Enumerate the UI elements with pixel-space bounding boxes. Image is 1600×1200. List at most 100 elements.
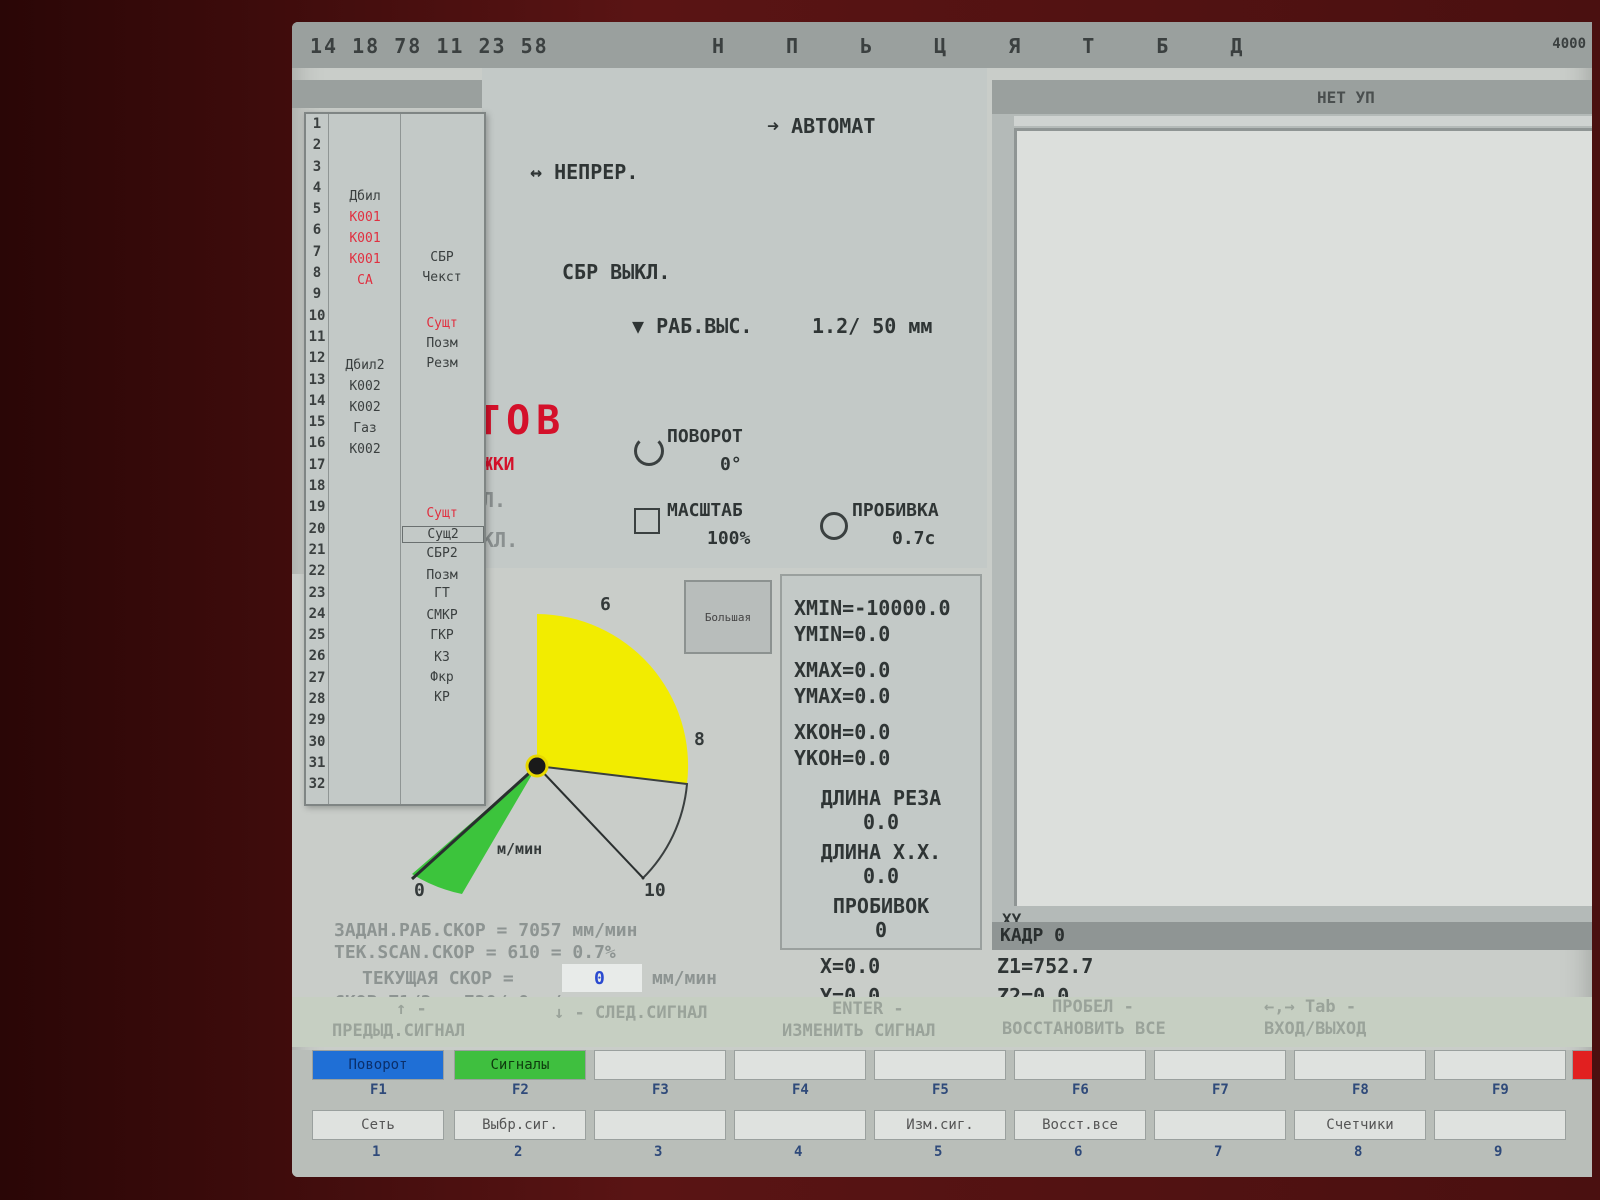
signal-input-item[interactable]: К002 bbox=[330, 442, 400, 457]
signal-input-item[interactable]: К001 bbox=[330, 231, 400, 246]
xmin-value: XMIN=-10000.0 bbox=[794, 596, 951, 620]
fkey-bottom-2[interactable]: Выбр.сиг. bbox=[454, 1110, 586, 1140]
signal-output-item[interactable]: Фкр bbox=[402, 670, 482, 685]
signal-output-item[interactable]: Сущт bbox=[402, 506, 482, 521]
fkey-bottom-6[interactable]: Восст.все bbox=[1014, 1110, 1146, 1140]
signal-output-item[interactable]: Позм bbox=[402, 568, 482, 583]
signal-output-item[interactable]: Сущт bbox=[402, 316, 482, 331]
signals-popup[interactable]: 1 2 3 4 5 6 7 8 9 10 11 12 13 14 15 16 17 18 19 20 21 22 23 24 2… bbox=[304, 112, 486, 806]
scale-icon bbox=[634, 508, 660, 534]
signal-input-item[interactable]: Дбил bbox=[330, 189, 400, 204]
signal-input-item[interactable]: К002 bbox=[330, 379, 400, 394]
signal-output-item[interactable]: Сущ2 bbox=[402, 526, 484, 543]
menu-bar bbox=[292, 80, 494, 108]
continuous-mode-indicator: ↔ НЕПРЕР. bbox=[530, 160, 639, 184]
fkey-top-label: F2 bbox=[512, 1082, 529, 1098]
current-speed-unit: мм/мин bbox=[652, 968, 718, 989]
fkey-bottom-3[interactable] bbox=[594, 1110, 726, 1140]
status-fragment: КЛ. bbox=[482, 528, 519, 552]
mode-letter: П bbox=[786, 34, 799, 58]
signal-input-item[interactable]: К001 bbox=[330, 252, 400, 267]
signal-output-item[interactable]: СБР bbox=[402, 250, 482, 265]
arrow-right-icon: ➜ bbox=[767, 114, 792, 138]
fkey-top-6[interactable] bbox=[1014, 1050, 1146, 1080]
xkon-value: XKOH=0.0 bbox=[794, 720, 891, 744]
signal-number: 28 bbox=[308, 691, 326, 708]
signal-output-item[interactable]: КЗ bbox=[402, 650, 482, 665]
fkey-bottom-label: 5 bbox=[934, 1144, 943, 1160]
fkey-top-5[interactable] bbox=[874, 1050, 1006, 1080]
signal-input-item[interactable]: СА bbox=[330, 273, 400, 288]
hint-next: ↓ - СЛЕД.СИГНАЛ bbox=[554, 1003, 708, 1023]
signal-number: 23 bbox=[308, 584, 326, 601]
signal-number: 9 bbox=[312, 286, 322, 303]
work-height-value: 1.2/ 50 мм bbox=[812, 314, 933, 338]
signal-output-item[interactable]: СМКР bbox=[402, 608, 482, 623]
fkey-top-label: F8 bbox=[1352, 1082, 1369, 1098]
sbr-status: СБР ВЫКЛ. bbox=[562, 260, 671, 284]
frame-counter: КАДР 0 bbox=[992, 922, 1592, 950]
alarm-indicator bbox=[1572, 1050, 1592, 1080]
pierce-value: 0.7с bbox=[892, 528, 936, 549]
signal-number: 13 bbox=[308, 371, 326, 388]
timer-icon bbox=[820, 512, 848, 540]
pierce-label: ПРОБИВКА bbox=[852, 500, 939, 521]
gauge-arc bbox=[536, 765, 689, 880]
signal-input-item[interactable]: К001 bbox=[330, 210, 400, 225]
current-speed-label: ТЕКУЩАЯ СКОР = bbox=[362, 968, 514, 989]
hint-prev: ↑ - bbox=[396, 999, 427, 1019]
signal-input-item[interactable]: К002 bbox=[330, 400, 400, 415]
signal-number: 17 bbox=[308, 456, 326, 473]
fkey-top-3[interactable] bbox=[594, 1050, 726, 1080]
program-canvas[interactable] bbox=[1014, 128, 1592, 906]
input-signals-column: Дбил К001 К001 К001 СА Дбил2 К002 К002 Газ К002 bbox=[330, 114, 401, 804]
signal-number: 11 bbox=[308, 328, 326, 345]
key-hints: ↑ - ПРЕДЫД.СИГНАЛ ↓ - СЛЕД.СИГНАЛ ENTER … bbox=[292, 997, 1592, 1047]
signal-input-item[interactable]: Газ bbox=[330, 421, 400, 436]
fkey-top-1[interactable]: Поворот bbox=[312, 1050, 444, 1080]
signal-number: 27 bbox=[308, 669, 326, 686]
fkey-bottom-5[interactable]: Изм.сиг. bbox=[874, 1110, 1006, 1140]
signal-output-item[interactable]: Позм bbox=[402, 336, 482, 351]
fkey-bottom-label: 4 bbox=[794, 1144, 803, 1160]
cnc-screen: 14 18 78 11 23 58 Н П Ь Ц Я Т Б Д 4000 ➜… bbox=[292, 22, 1592, 1177]
fkey-bottom-label: 8 bbox=[1354, 1144, 1363, 1160]
cut-length-label: ДЛИНА РЕЗА bbox=[820, 786, 942, 810]
signal-output-item[interactable]: ГКР bbox=[402, 628, 482, 643]
fkey-bottom-4[interactable] bbox=[734, 1110, 866, 1140]
alarm-big-text: ТОВ bbox=[476, 398, 567, 444]
mode-letter: Б bbox=[1156, 34, 1169, 58]
fkey-top-7[interactable] bbox=[1154, 1050, 1286, 1080]
mode-letter: Д bbox=[1230, 34, 1243, 58]
signal-number: 24 bbox=[308, 605, 326, 622]
signal-output-item[interactable]: КР bbox=[402, 690, 482, 705]
large-gauge-button[interactable]: Большая bbox=[684, 580, 772, 654]
pierce-count-value: 0 bbox=[874, 918, 888, 942]
fkey-top-4[interactable] bbox=[734, 1050, 866, 1080]
signal-input-item[interactable]: Дбил2 bbox=[330, 358, 400, 373]
signal-output-item[interactable]: СБР2 bbox=[402, 546, 482, 561]
x-coordinate: X=0.0 bbox=[820, 954, 881, 978]
gauge-yellow-sector bbox=[537, 614, 689, 784]
fkey-top-8[interactable] bbox=[1294, 1050, 1426, 1080]
fkey-bottom-8[interactable]: Счетчики bbox=[1294, 1110, 1426, 1140]
fkey-top-2[interactable]: Сигналы bbox=[454, 1050, 586, 1080]
rotation-label: ПОВОРОТ bbox=[667, 426, 743, 447]
mode-letter: Т bbox=[1082, 34, 1095, 58]
fkey-top-label: F4 bbox=[792, 1082, 809, 1098]
fkey-bottom-label: 9 bbox=[1494, 1144, 1503, 1160]
signal-output-item[interactable]: Чекст bbox=[402, 270, 482, 285]
signal-number: 21 bbox=[308, 541, 326, 558]
signal-output-item[interactable]: ГТ bbox=[402, 586, 482, 601]
fkey-bottom-1[interactable]: Сеть bbox=[312, 1110, 444, 1140]
gauge-hub bbox=[525, 754, 549, 778]
fkey-top-9[interactable] bbox=[1434, 1050, 1566, 1080]
xmax-value: XMAX=0.0 bbox=[794, 658, 891, 682]
pierce-count-label: ПРОБИВОК bbox=[832, 894, 930, 918]
fkey-bottom-9[interactable] bbox=[1434, 1110, 1566, 1140]
idle-length-value: 0.0 bbox=[862, 864, 900, 888]
fkey-bottom-7[interactable] bbox=[1154, 1110, 1286, 1140]
signal-output-item[interactable]: Резм bbox=[402, 356, 482, 371]
graph-ruler bbox=[1014, 116, 1592, 126]
signal-number: 7 bbox=[312, 243, 322, 260]
